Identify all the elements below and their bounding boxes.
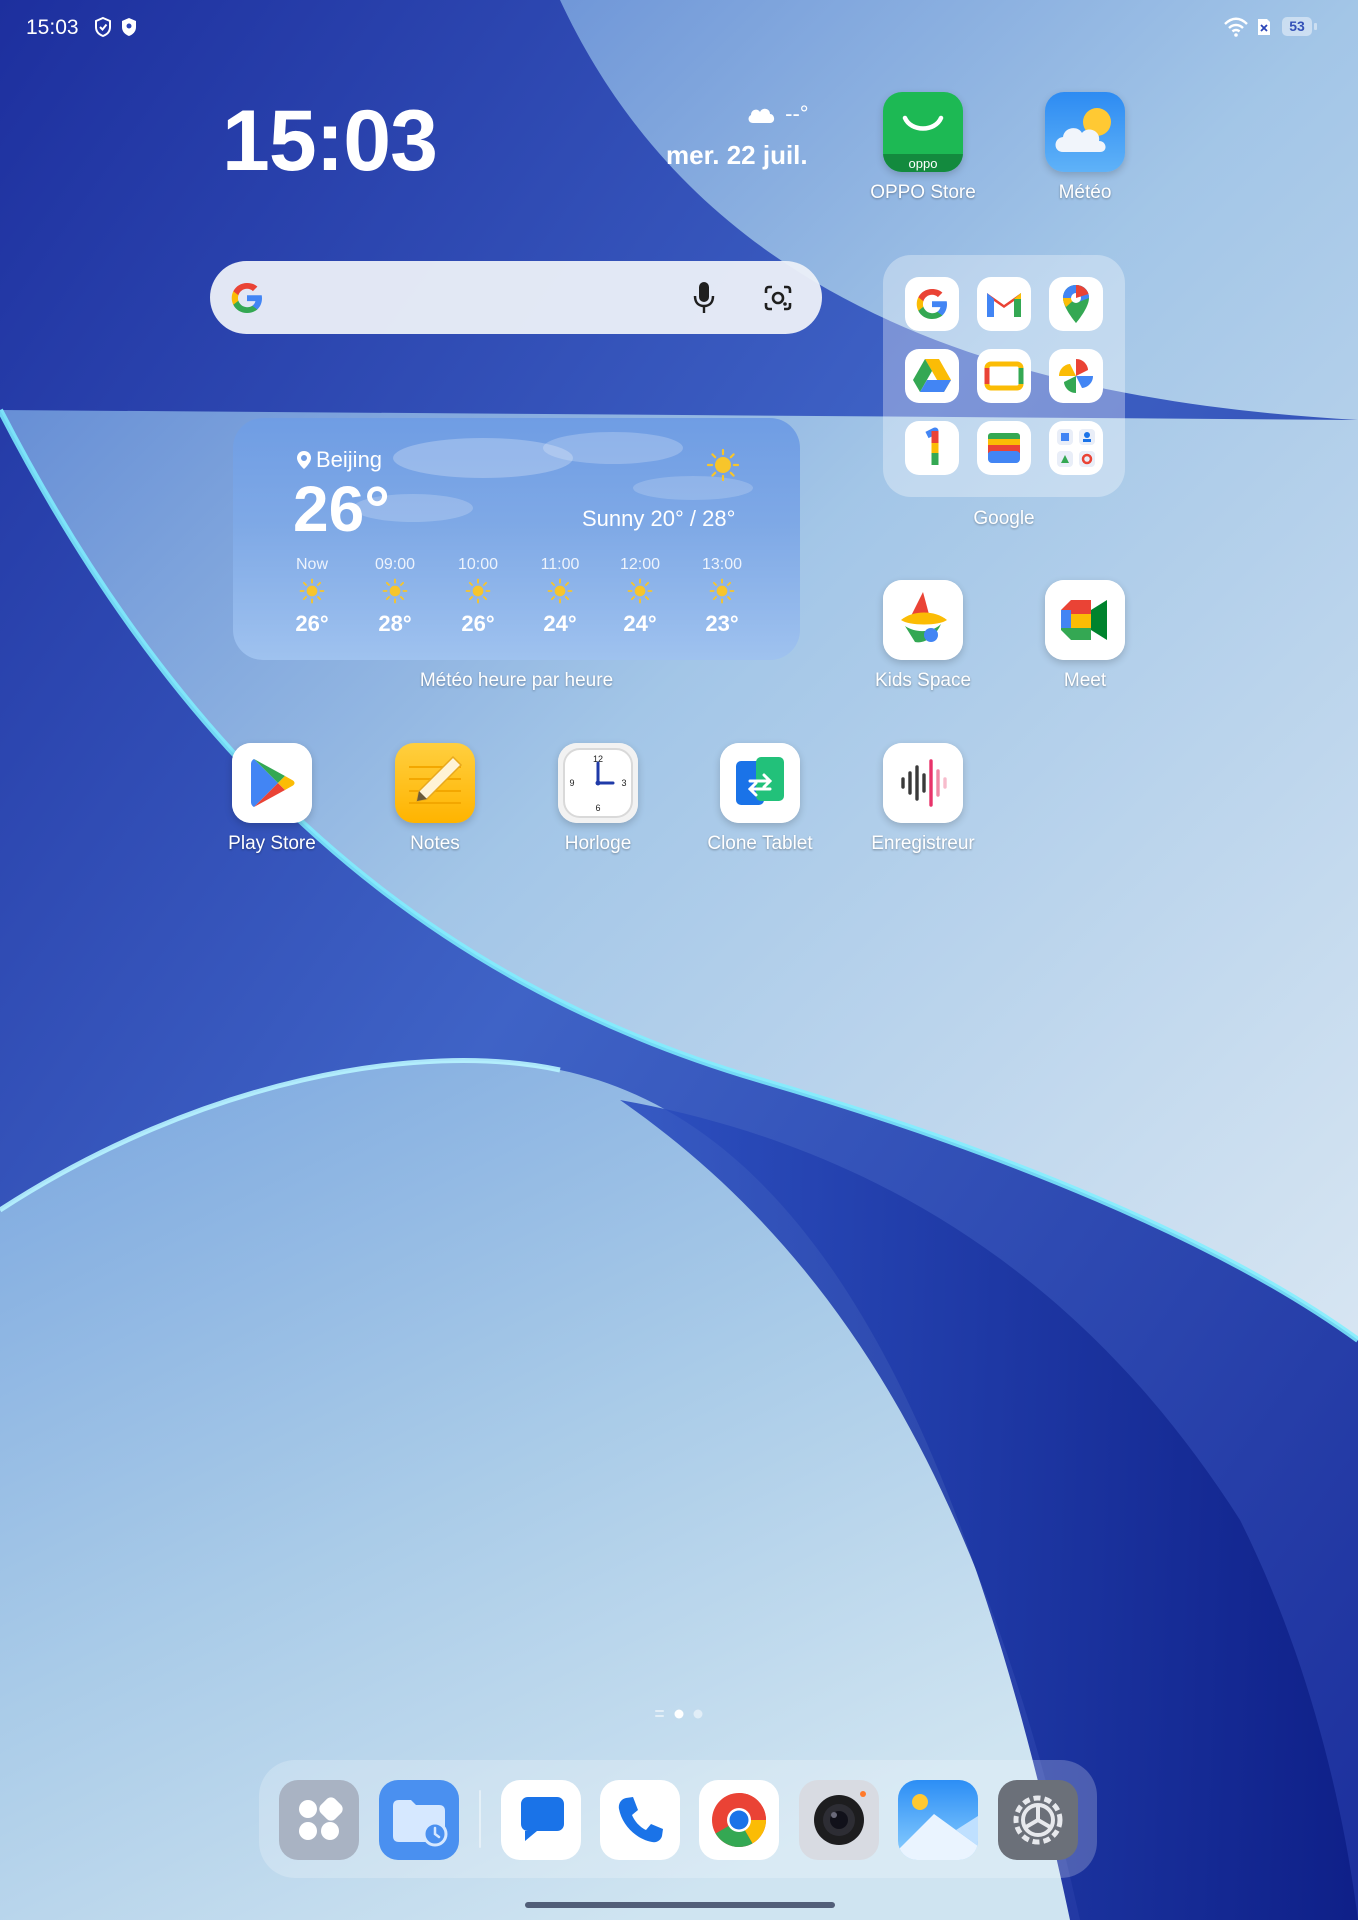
wallet-icon xyxy=(977,421,1031,475)
google-g-icon xyxy=(231,283,262,313)
sun-icon xyxy=(465,578,491,604)
oppo-store-icon: oppo xyxy=(883,92,963,172)
app-label: OPPO Store xyxy=(870,182,976,203)
app-label: Enregistreur xyxy=(871,833,975,854)
microphone-icon[interactable] xyxy=(692,280,716,316)
camera-icon[interactable] xyxy=(799,1780,879,1860)
svg-text:3: 3 xyxy=(621,778,626,788)
dock-divider xyxy=(479,1790,481,1848)
folder-label: Google xyxy=(973,508,1035,529)
page-dot-active xyxy=(674,1709,684,1719)
app-drawer-icon[interactable] xyxy=(279,1780,359,1860)
app-meet[interactable]: Meet xyxy=(1005,580,1165,692)
weather-app-icon xyxy=(1045,92,1125,172)
app-play-store[interactable]: Play Store xyxy=(192,743,352,855)
clock-widget-weather-temp: --° xyxy=(785,101,809,127)
play-store-icon xyxy=(232,743,312,823)
weather-temperature: 26° xyxy=(293,473,390,545)
clock-app-icon: 12 3 6 9 xyxy=(558,743,638,823)
home-indicator[interactable] xyxy=(525,1902,835,1908)
page-dot-feed xyxy=(655,1710,664,1717)
app-meteo[interactable]: Météo xyxy=(1005,92,1165,204)
hourly-forecast-item: 10:00 26° xyxy=(457,556,499,636)
app-clone-tablet[interactable]: Clone Tablet xyxy=(680,743,840,855)
settings-icon[interactable] xyxy=(998,1780,1078,1860)
cloud-icon xyxy=(748,108,775,124)
app-label: Clone Tablet xyxy=(707,833,813,854)
location-pin-icon xyxy=(297,451,311,469)
clock-widget-date[interactable]: mer. 22 juil. xyxy=(666,140,808,171)
clone-tablet-icon xyxy=(720,743,800,823)
google-icon xyxy=(905,277,959,331)
app-oppo-store[interactable]: oppo OPPO Store xyxy=(843,92,1003,204)
slides-icon xyxy=(977,349,1031,403)
app-horloge[interactable]: 12 3 6 9 Horloge xyxy=(518,743,678,855)
google-lens-icon[interactable] xyxy=(762,283,794,313)
app-label: Météo xyxy=(1058,182,1112,203)
sun-icon xyxy=(547,578,573,604)
hourly-forecast-item: 09:00 28° xyxy=(374,556,416,636)
notes-icon xyxy=(395,743,475,823)
messages-icon[interactable] xyxy=(501,1780,581,1860)
app-label: Kids Space xyxy=(874,670,972,691)
widget-label: Météo heure par heure xyxy=(419,670,614,691)
sun-icon xyxy=(627,578,653,604)
battery-indicator: 53 xyxy=(1282,17,1317,36)
sun-icon xyxy=(382,578,408,604)
phone-icon[interactable] xyxy=(600,1780,680,1860)
sun-icon xyxy=(299,578,325,604)
app-label: Notes xyxy=(410,833,460,854)
photos-icon xyxy=(1049,349,1103,403)
shield-outline-icon xyxy=(95,16,111,38)
hourly-forecast-item: 11:00 24° xyxy=(540,556,580,636)
weather-condition: Sunny 20° / 28° xyxy=(582,506,736,531)
app-enregistreur[interactable]: Enregistreur xyxy=(843,743,1003,855)
oppo-logo-text: oppo xyxy=(909,156,938,171)
svg-text:9: 9 xyxy=(569,778,574,788)
app-label: Meet xyxy=(1063,670,1107,691)
svg-text:6: 6 xyxy=(595,803,600,813)
app-notes[interactable]: Notes xyxy=(355,743,515,855)
app-label: Play Store xyxy=(228,833,316,854)
files-icon[interactable] xyxy=(379,1780,459,1860)
app-kids-space[interactable]: Kids Space xyxy=(843,580,1003,692)
weather-city: Beijing xyxy=(316,447,383,472)
google-folder[interactable] xyxy=(883,255,1125,497)
kids-space-icon xyxy=(883,580,963,660)
sim-off-icon xyxy=(1258,19,1270,35)
drive-icon xyxy=(905,349,959,403)
google-one-icon xyxy=(905,421,959,475)
hourly-forecast-item: Now 26° xyxy=(295,556,329,636)
clock-widget-weather[interactable]: --° xyxy=(745,100,809,127)
maps-icon xyxy=(1049,277,1103,331)
page-dot xyxy=(693,1709,703,1719)
hourly-forecast-item: 13:00 23° xyxy=(701,556,743,636)
google-search-bar[interactable] xyxy=(210,261,822,334)
chrome-icon[interactable] xyxy=(699,1780,779,1860)
shield-filled-icon xyxy=(122,18,136,36)
wifi-icon xyxy=(1224,17,1248,37)
status-time: 15:03 xyxy=(26,16,79,39)
app-label: Horloge xyxy=(564,833,632,854)
gmail-icon xyxy=(977,277,1031,331)
hourly-forecast-item: 12:00 24° xyxy=(619,556,661,636)
sun-icon xyxy=(709,578,735,604)
more-apps-icon xyxy=(1049,421,1103,475)
recorder-icon xyxy=(883,743,963,823)
page-indicator[interactable] xyxy=(655,1707,705,1721)
photos-gallery-icon[interactable] xyxy=(898,1780,978,1860)
meet-icon xyxy=(1045,580,1125,660)
clock-widget-time[interactable]: 15:03 xyxy=(222,92,438,191)
sun-icon xyxy=(706,448,740,482)
